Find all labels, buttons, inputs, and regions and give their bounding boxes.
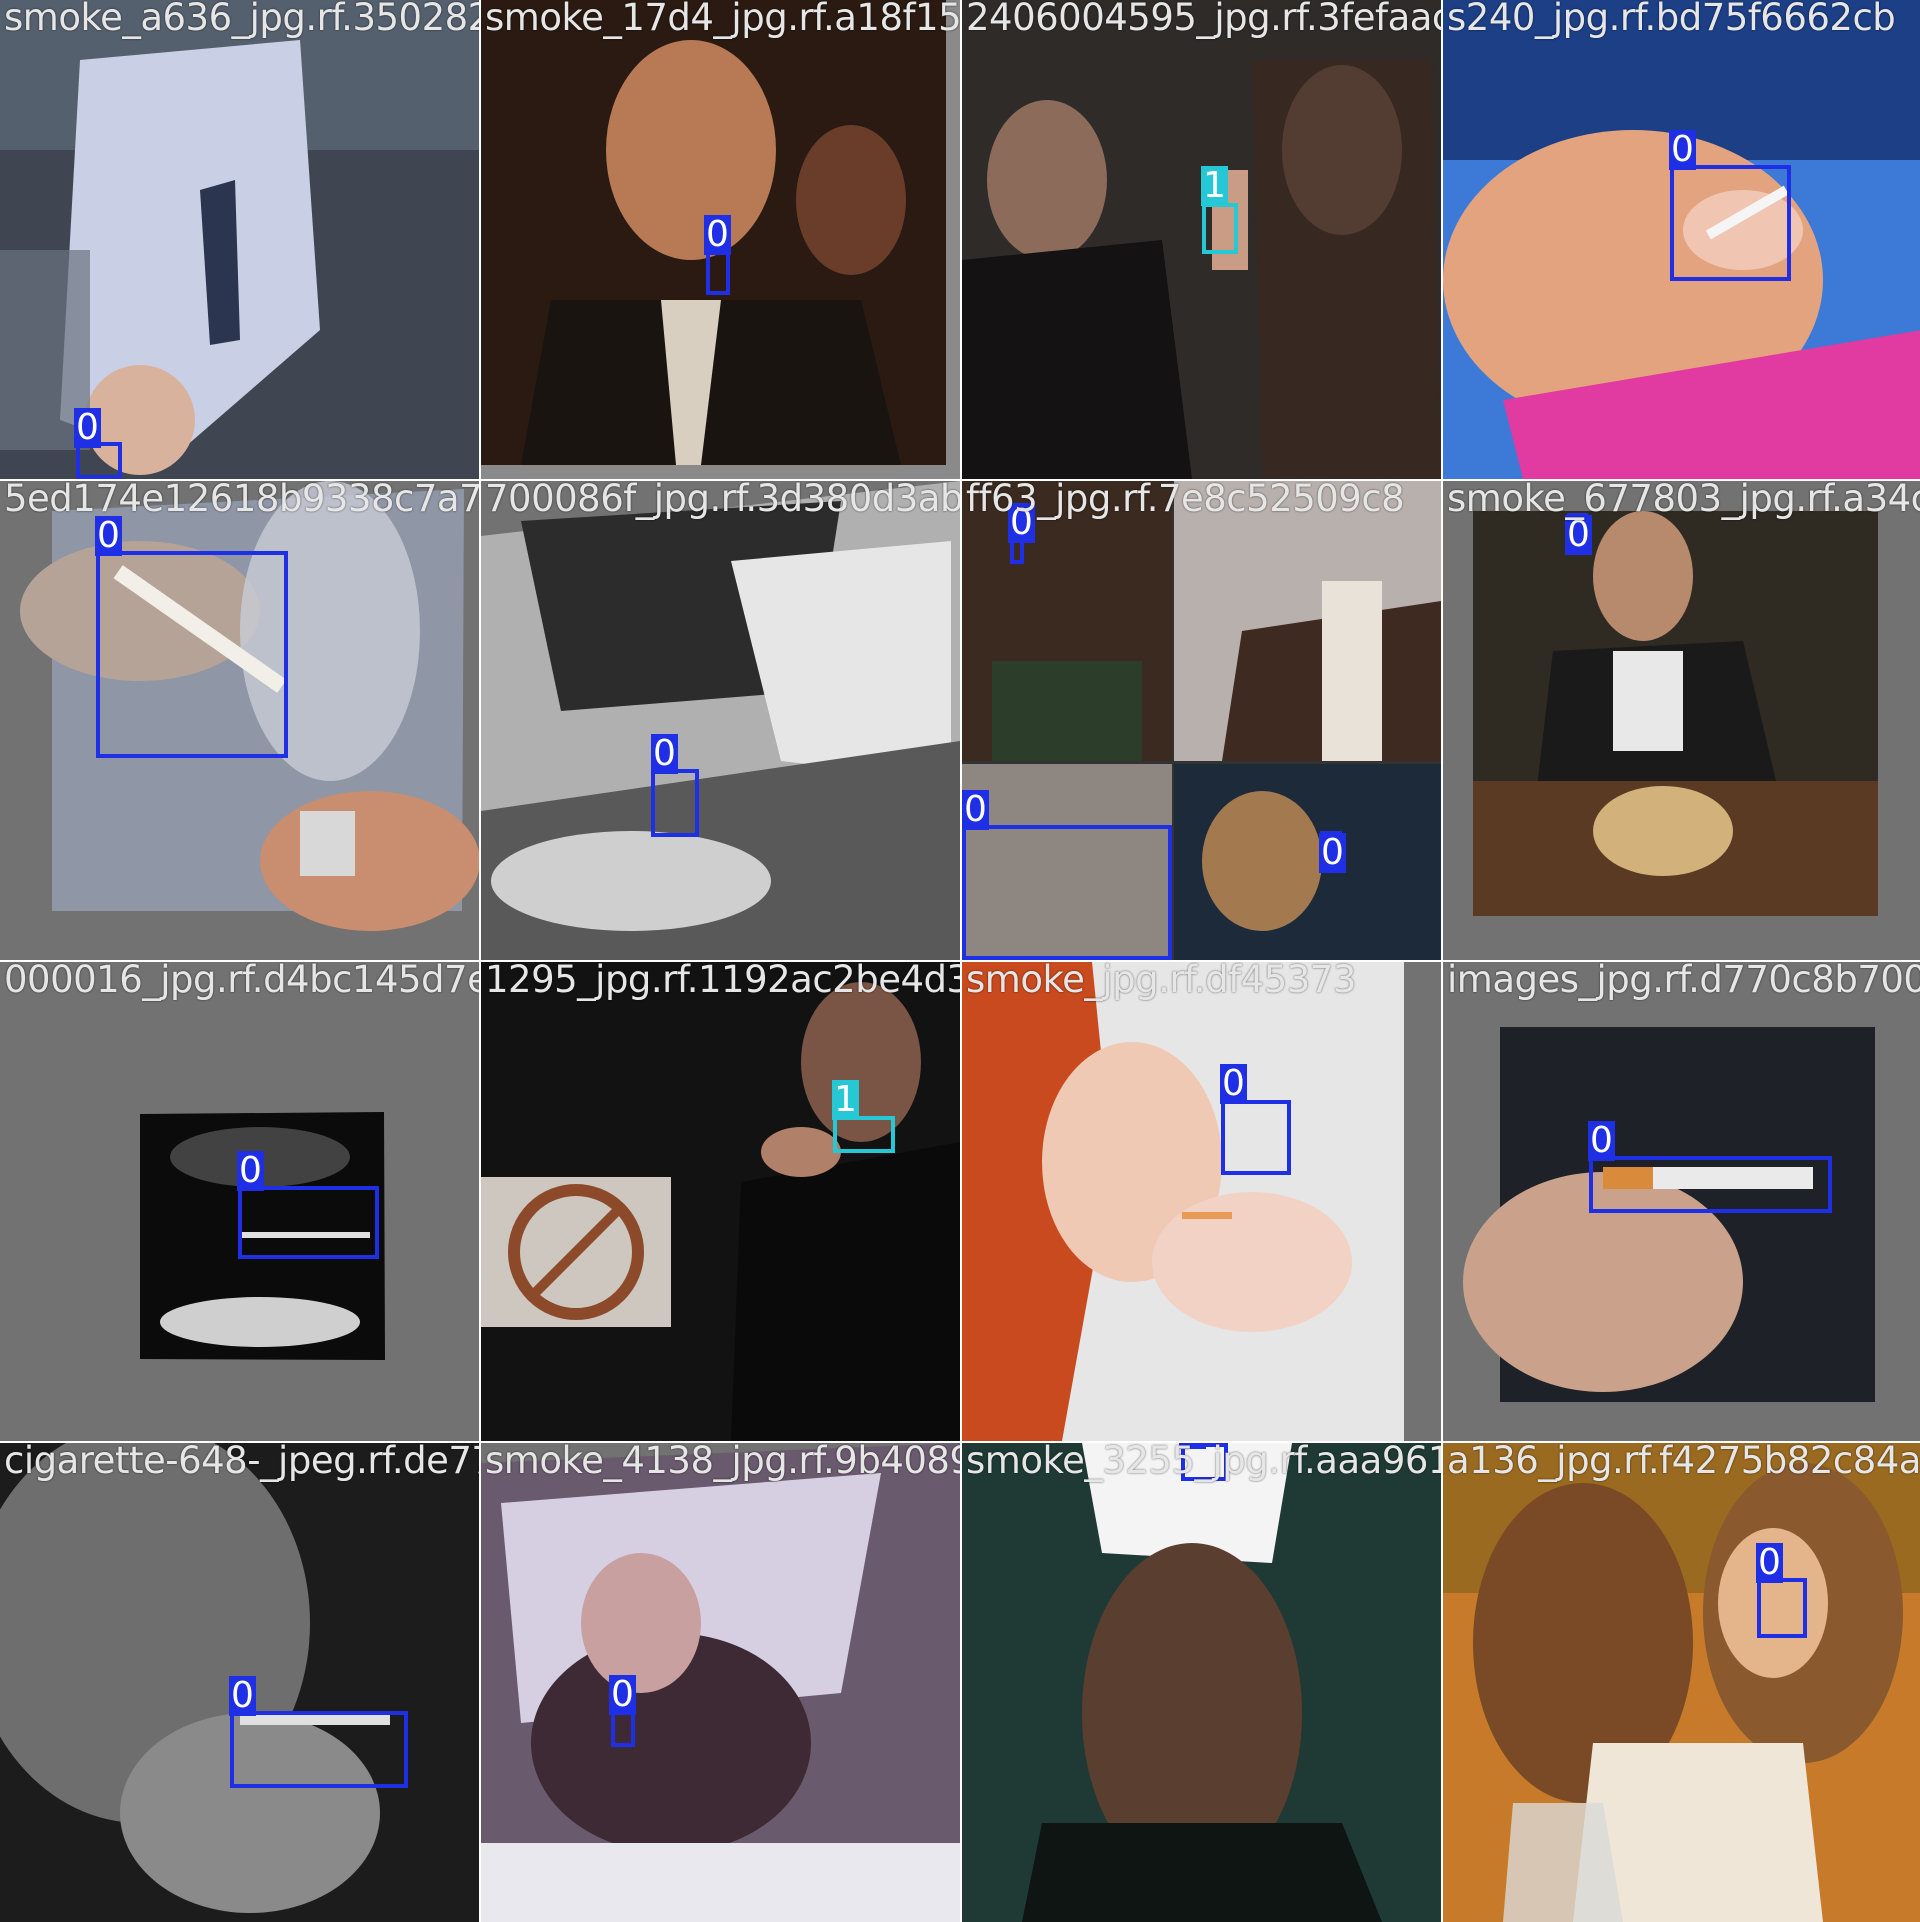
image-filename: smoke_jpg.rf.df45373 <box>966 962 1356 1001</box>
photo <box>481 481 960 960</box>
detection-box <box>651 769 699 837</box>
image-filename: images_jpg.rf.d770c8b700 <box>1447 962 1920 1001</box>
photo <box>962 1443 1441 1922</box>
image-filename: 1295_jpg.rf.1192ac2be4d31 <box>485 962 960 1001</box>
tile-16: a136_jpg.rf.f4275b82c84a237 0 <box>1443 1443 1920 1922</box>
detection-box <box>706 251 730 295</box>
tile-14: smoke_4138_jpg.rf.9b4089b 0 <box>481 1443 960 1922</box>
class-label: 0 <box>704 214 731 255</box>
image-filename: smoke_677803_jpg.rf.a34c327 <box>1447 481 1920 520</box>
image-filename: smoke_17d4_jpg.rf.a18f158da <box>485 0 960 39</box>
tile-15: smoke_3255_jpg.rf.aaa961a 0 <box>962 1443 1441 1922</box>
class-label: 0 <box>237 1150 264 1191</box>
detection-box <box>96 551 288 758</box>
class-label: 0 <box>1220 1063 1247 1104</box>
tile-10: 1295_jpg.rf.1192ac2be4d31 1 <box>481 962 960 1441</box>
image-filename: s240_jpg.rf.bd75f6662cb <box>1447 0 1896 39</box>
tile-6: 700086f_jpg.rf.3d380d3abb 0 <box>481 481 960 960</box>
tile-11: smoke_jpg.rf.df45373 0 <box>962 962 1441 1441</box>
class-label: 0 <box>1756 1542 1783 1583</box>
tile-12: images_jpg.rf.d770c8b700 0 <box>1443 962 1920 1441</box>
tile-1: smoke_a636_jpg.rf.35028255 0 <box>0 0 479 479</box>
image-filename: cigarette-648-_jpeg.rf.de77a <box>4 1443 479 1482</box>
tile-9: 000016_jpg.rf.d4bc145d7e5 0 <box>0 962 479 1441</box>
detection-box <box>230 1711 408 1788</box>
class-label: 0 <box>1588 1120 1615 1161</box>
detection-box <box>1757 1578 1807 1638</box>
photo <box>1443 1443 1920 1922</box>
tile-5: 5ed174e12618b9338c7a7b9 0 <box>0 481 479 960</box>
image-filename: smoke_4138_jpg.rf.9b4089b <box>485 1443 960 1482</box>
image-filename: a136_jpg.rf.f4275b82c84a237 <box>1447 1443 1920 1482</box>
detection-box <box>833 1116 895 1153</box>
class-label: 0 <box>1319 832 1346 873</box>
photo <box>0 0 479 479</box>
class-label: 0 <box>651 733 678 774</box>
detection-grid: smoke_a636_jpg.rf.35028255 0 smoke_17d4_… <box>0 0 1920 1922</box>
tile-8: smoke_677803_jpg.rf.a34c327 0 <box>1443 481 1920 960</box>
tile-3: 2406004595_jpg.rf.3fefaacba 1 <box>962 0 1441 479</box>
class-label: 1 <box>832 1079 859 1120</box>
image-filename: 2406004595_jpg.rf.3fefaacba <box>966 0 1441 39</box>
image-filename: 700086f_jpg.rf.3d380d3abb <box>485 481 960 520</box>
image-filename: ff63_jpg.rf.7e8c52509c8 <box>966 481 1405 520</box>
photo <box>1443 481 1920 960</box>
detection-box <box>1221 1100 1291 1175</box>
image-filename: smoke_a636_jpg.rf.35028255 <box>4 0 479 39</box>
photo <box>481 1443 960 1922</box>
tile-2: smoke_17d4_jpg.rf.a18f158da 0 <box>481 0 960 479</box>
photo <box>962 962 1441 1441</box>
image-filename: 5ed174e12618b9338c7a7b9 <box>4 481 479 520</box>
class-label: 0 <box>1669 129 1696 170</box>
tile-13: cigarette-648-_jpeg.rf.de77a 0 <box>0 1443 479 1922</box>
detection-box <box>1670 165 1791 281</box>
class-label: 0 <box>609 1674 636 1715</box>
tile-4: s240_jpg.rf.bd75f6662cb 0 <box>1443 0 1920 479</box>
detection-box <box>238 1186 379 1259</box>
class-label: 0 <box>962 789 989 830</box>
detection-box <box>1202 203 1238 254</box>
image-filename: 000016_jpg.rf.d4bc145d7e5 <box>4 962 479 1001</box>
class-label: 1 <box>1201 165 1228 206</box>
image-filename: smoke_3255_jpg.rf.aaa961a <box>966 1443 1441 1482</box>
detection-box <box>962 825 1172 960</box>
photo <box>481 962 960 1441</box>
detection-box <box>1589 1156 1832 1213</box>
class-label: 0 <box>229 1675 256 1716</box>
class-label: 0 <box>74 407 101 448</box>
tile-7: ff63_jpg.rf.7e8c52509c8 0 0 0 <box>962 481 1441 960</box>
